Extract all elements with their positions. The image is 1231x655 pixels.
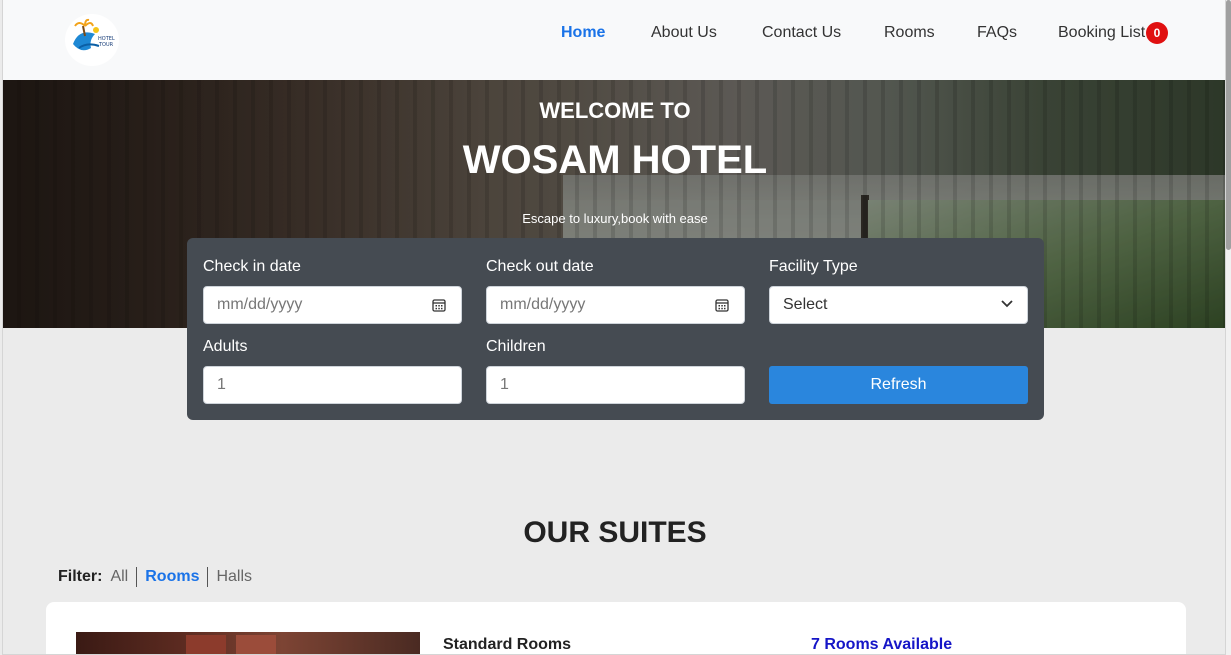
calendar-icon[interactable] xyxy=(715,298,729,312)
check-out-label: Check out date xyxy=(486,258,594,275)
check-in-placeholder: mm/dd/yyyy xyxy=(217,296,303,313)
facility-type-select[interactable]: Select xyxy=(769,286,1028,324)
suite-card-title: Standard Rooms xyxy=(443,636,572,653)
refresh-button[interactable]: Refresh xyxy=(769,366,1028,404)
chevron-down-icon xyxy=(1001,300,1013,308)
suites-section-title: OUR SUITES xyxy=(523,516,707,549)
children-value: 1 xyxy=(500,376,509,393)
hero-subtitle: WELCOME TO xyxy=(539,98,691,123)
facility-type-value: Select xyxy=(783,296,828,313)
nav-contact-us[interactable]: Contact Us xyxy=(762,22,841,44)
nav-rooms[interactable]: Rooms xyxy=(884,22,935,44)
check-out-input[interactable]: mm/dd/yyyy xyxy=(486,286,745,324)
page-scrollbar[interactable] xyxy=(1226,0,1231,655)
nav-faqs[interactable]: FAQs xyxy=(977,22,1017,44)
logo-icon: HOTEL TOUR xyxy=(73,18,115,51)
page-frame: HOTEL TOUR Home About Us Contact Us Room… xyxy=(2,0,1226,655)
navbar: HOTEL TOUR Home About Us Contact Us Room… xyxy=(3,0,1225,80)
suite-card-image[interactable] xyxy=(76,632,420,654)
filter-label: Filter: xyxy=(58,568,103,585)
check-out-placeholder: mm/dd/yyyy xyxy=(500,296,586,313)
svg-text:TOUR: TOUR xyxy=(98,42,114,48)
suite-card-availability: 7 Rooms Available xyxy=(811,636,953,653)
check-in-label: Check in date xyxy=(203,258,301,275)
nav-home[interactable]: Home xyxy=(561,22,605,44)
scrollbar-thumb[interactable] xyxy=(1226,0,1231,250)
suite-card: Standard Rooms 7 Rooms Available xyxy=(46,602,1186,654)
children-input[interactable]: 1 xyxy=(486,366,745,404)
nav-booking-list[interactable]: Booking List xyxy=(1058,22,1145,44)
children-label: Children xyxy=(486,338,546,355)
booking-form: Check in date mm/dd/yyyy Check out date … xyxy=(187,238,1044,420)
hero-title: WOSAM HOTEL xyxy=(462,138,768,182)
check-in-input[interactable]: mm/dd/yyyy xyxy=(203,286,462,324)
hotel-logo[interactable]: HOTEL TOUR xyxy=(65,14,119,66)
facility-type-label: Facility Type xyxy=(769,258,858,275)
adults-label: Adults xyxy=(203,338,248,355)
nav-about-us[interactable]: About Us xyxy=(651,22,717,44)
hero-tagline: Escape to luxury,book with ease xyxy=(522,211,708,226)
calendar-icon[interactable] xyxy=(432,298,446,312)
adults-input[interactable]: 1 xyxy=(203,366,462,404)
booking-count-badge: 0 xyxy=(1146,22,1168,44)
filter-all[interactable]: All xyxy=(110,567,136,587)
suites-filter: Filter: All Rooms Halls xyxy=(58,566,260,588)
adults-value: 1 xyxy=(217,376,226,393)
filter-rooms[interactable]: Rooms xyxy=(137,567,207,587)
filter-halls[interactable]: Halls xyxy=(208,567,260,587)
